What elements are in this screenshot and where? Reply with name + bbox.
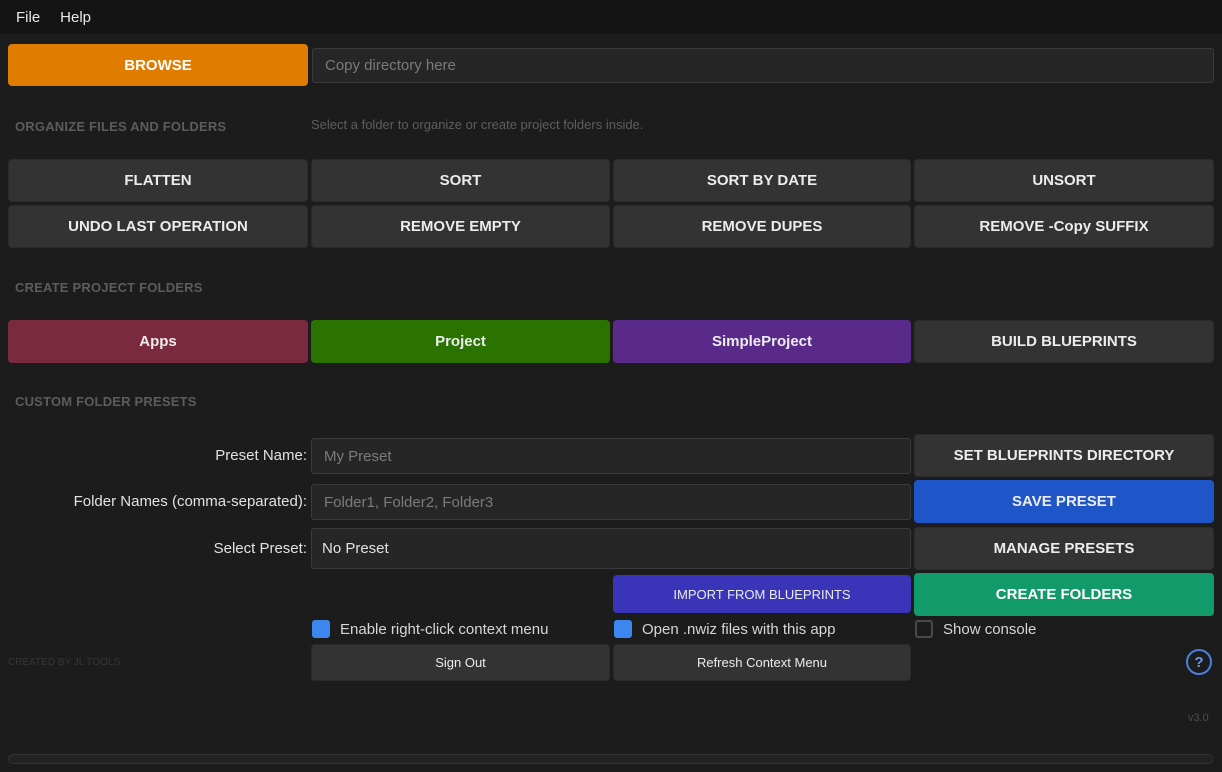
select-preset-label: Select Preset: — [213, 540, 307, 557]
refresh-context-menu-button[interactable]: Refresh Context Menu — [613, 644, 911, 681]
folder-names-label: Folder Names (comma-separated): — [73, 493, 307, 510]
show-console-option[interactable]: Show console — [915, 620, 1036, 638]
save-preset-button[interactable]: SAVE PRESET — [914, 480, 1214, 523]
unsort-button[interactable]: UNSORT — [914, 159, 1214, 202]
progress-bar — [8, 754, 1213, 764]
manage-presets-button[interactable]: MANAGE PRESETS — [914, 527, 1214, 570]
menu-bar: File Help — [0, 0, 1222, 34]
import-from-blueprints-button[interactable]: IMPORT FROM BLUEPRINTS — [613, 575, 911, 613]
folder-names-input[interactable]: Folder1, Folder2, Folder3 — [311, 484, 911, 520]
menu-file[interactable]: File — [0, 9, 56, 26]
nwiz-files-option[interactable]: Open .nwiz files with this app — [614, 620, 835, 638]
version-label: v3.0 — [1188, 712, 1209, 724]
apps-button[interactable]: Apps — [8, 320, 308, 363]
preset-name-input[interactable]: My Preset — [311, 438, 911, 474]
nwiz-files-label: Open .nwiz files with this app — [642, 620, 836, 638]
help-icon[interactable]: ? — [1186, 649, 1212, 675]
menu-help[interactable]: Help — [56, 9, 107, 26]
flatten-button[interactable]: FLATTEN — [8, 159, 308, 202]
context-menu-checkbox[interactable] — [312, 620, 330, 638]
show-console-label: Show console — [943, 620, 1037, 638]
sort-button[interactable]: SORT — [311, 159, 610, 202]
browse-button[interactable]: BROWSE — [8, 44, 308, 86]
select-preset-dropdown[interactable]: No Preset — [311, 528, 911, 569]
build-blueprints-button[interactable]: BUILD BLUEPRINTS — [914, 320, 1214, 363]
credit-text: CREATED BY JL TOOLS — [8, 657, 121, 668]
presets-section-title: CUSTOM FOLDER PRESETS — [15, 394, 197, 409]
context-menu-option[interactable]: Enable right-click context menu — [312, 620, 548, 638]
show-console-checkbox[interactable] — [915, 620, 933, 638]
organize-hint: Select a folder to organize or create pr… — [311, 117, 644, 132]
remove-copy-suffix-button[interactable]: REMOVE -Copy SUFFIX — [914, 205, 1214, 248]
simple-project-button[interactable]: SimpleProject — [613, 320, 911, 363]
remove-dupes-button[interactable]: REMOVE DUPES — [613, 205, 911, 248]
remove-empty-button[interactable]: REMOVE EMPTY — [311, 205, 610, 248]
create-folders-button[interactable]: CREATE FOLDERS — [914, 573, 1214, 616]
context-menu-label: Enable right-click context menu — [340, 620, 549, 638]
sort-by-date-button[interactable]: SORT BY DATE — [613, 159, 911, 202]
set-blueprints-directory-button[interactable]: SET BLUEPRINTS DIRECTORY — [914, 434, 1214, 477]
undo-last-operation-button[interactable]: UNDO LAST OPERATION — [8, 205, 308, 248]
sign-out-button[interactable]: Sign Out — [311, 644, 610, 681]
organize-section-title: ORGANIZE FILES AND FOLDERS — [15, 119, 227, 134]
project-section-title: CREATE PROJECT FOLDERS — [15, 280, 203, 295]
directory-input[interactable]: Copy directory here — [312, 48, 1214, 83]
project-button[interactable]: Project — [311, 320, 610, 363]
nwiz-files-checkbox[interactable] — [614, 620, 632, 638]
preset-name-label: Preset Name: — [215, 447, 307, 464]
